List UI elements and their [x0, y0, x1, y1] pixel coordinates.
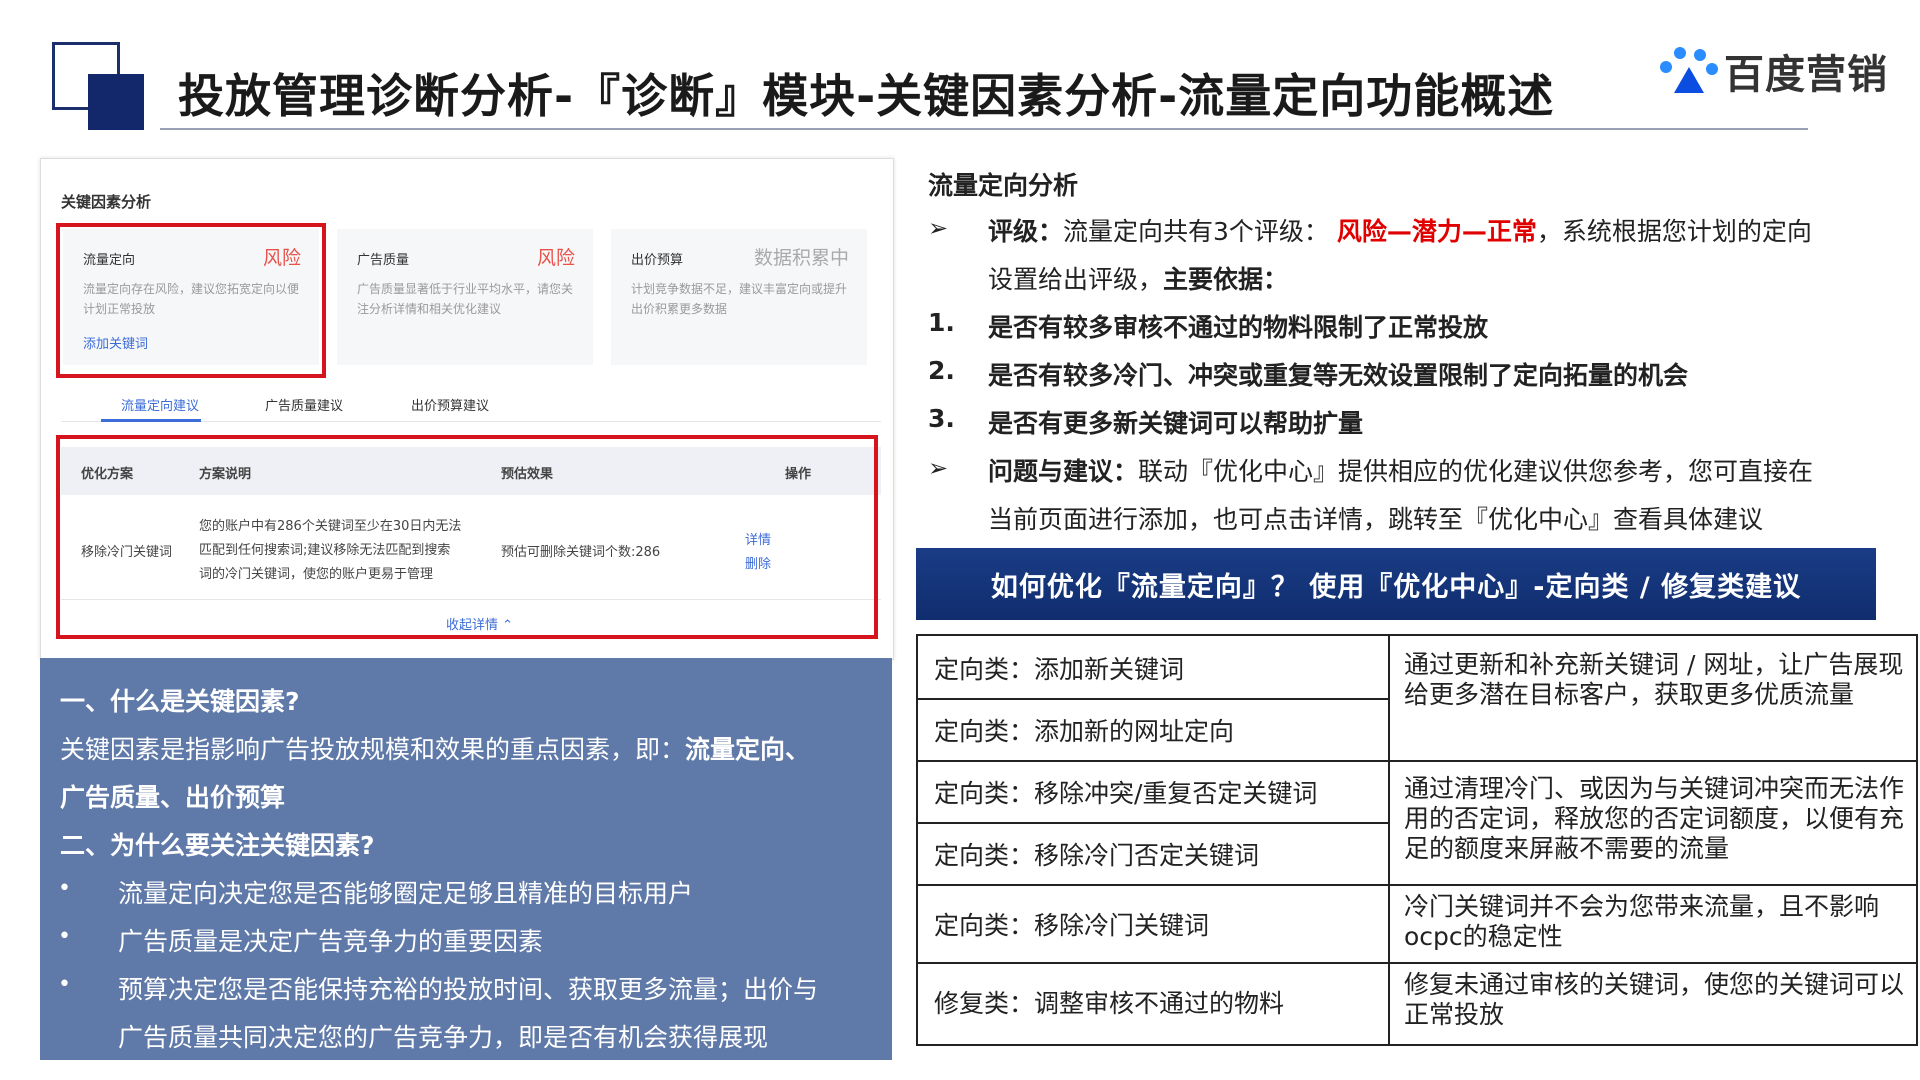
info-paragraph-text: 关键因素是指影响广告投放规模和效果的重点因素，即： [60, 735, 686, 764]
highlight-box-table [56, 435, 878, 639]
table-left-cell-2: 定向类：添加新的网址定向 [934, 717, 1235, 746]
page-title: 投放管理诊断分析-『诊断』模块-关键因素分析-流量定向功能概述 [178, 69, 1555, 123]
diagnosis-screenshot: 关键因素分析 流量定向 风险 流量定向存在风险，建议您拓宽定向以便计划正常投放 … [40, 158, 894, 660]
card-title: 出价预算 [631, 253, 684, 268]
rating-levels: 风险—潜力—正常 [1336, 217, 1537, 246]
card-desc: 广告质量显著低于行业平均水平，请您关注分析详情和相关优化建议 [357, 282, 574, 316]
optimize-banner: 如何优化『流量定向』？ 使用『优化中心』-定向类 / 修复类建议 [916, 548, 1876, 620]
table-left-cell-1: 定向类：添加新关键词 [934, 655, 1185, 684]
rating-line-2: 设置给出评级，主要依据： [988, 260, 1288, 296]
card-status: 风险 [536, 247, 575, 269]
suggestion-table: 定向类：添加新关键词 定向类：添加新的网址定向 定向类：移除冲突/重复否定关键词… [916, 634, 1918, 1046]
info-heading-2: 二、为什么要关注关键因素? [60, 831, 375, 860]
point-3-num: 3. [928, 404, 955, 433]
card-title: 广告质量 [357, 253, 410, 268]
info-paragraph-line-1: 关键因素是指影响广告投放规模和效果的重点因素，即：流量定向、 [60, 730, 810, 766]
bullet-dot: • [58, 924, 71, 949]
table-left-cell-6: 修复类：调整审核不通过的物料 [934, 989, 1285, 1018]
table-divider [918, 822, 1388, 824]
issue-text: 联动『优化中心』提供相应的优化建议供您参考，您可直接在 [1138, 457, 1814, 486]
arrow-bullet-icon: ➢ [928, 454, 949, 482]
point-3-text: 是否有更多新关键词可以帮助扩量 [988, 409, 1364, 438]
table-divider [918, 698, 1388, 700]
info-bullet-1: 流量定向决定您是否能够圈定足够且精准的目标用户 [118, 879, 694, 908]
rating-line2-bold: 主要依据： [1163, 265, 1289, 294]
right-heading: 流量定向分析 [928, 171, 1079, 200]
brand-logo: 百度营销 [1660, 42, 1888, 100]
card-bid-budget[interactable]: 出价预算 数据积累中 计划竞争数据不足，建议丰富定向或提升出价积累更多数据 [611, 229, 867, 365]
rating-line2-text: 设置给出评级， [988, 265, 1164, 294]
point-2-num: 2. [928, 356, 955, 385]
key-factor-explanation: 一、什么是关键因素? 关键因素是指影响广告投放规模和效果的重点因素，即：流量定向… [40, 658, 892, 1060]
issue-label: 问题与建议： [988, 457, 1139, 486]
rating-rest: ，系统根据您计划的定向 [1536, 217, 1812, 246]
title-divider [160, 128, 1808, 130]
table-right-cell-4: 修复未通过审核的关键词，使您的关键词可以正常投放 [1404, 970, 1905, 1029]
table-left-cell-3: 定向类：移除冲突/重复否定关键词 [934, 779, 1318, 808]
suggestion-tabs: 流量定向建议 广告质量建议 出价预算建议 [61, 387, 881, 422]
brand-text: 百度营销 [1724, 52, 1888, 98]
arrow-bullet-icon: ➢ [928, 214, 949, 242]
table-left-cell-4: 定向类：移除冷门否定关键词 [934, 841, 1260, 870]
info-paragraph-bold-2: 广告质量、出价预算 [60, 783, 286, 812]
info-bullet-3-cont: 广告质量共同决定您的广告竞争力，即是否有机会获得展现 [118, 1023, 769, 1052]
table-right-cell-2: 通过清理冷门、或因为与关键词冲突而无法作用的否定词，释放您的否定词额度，以便有充… [1404, 774, 1905, 863]
rating-line-1: 评级：流量定向共有3个评级： 风险—潜力—正常，系统根据您计划的定向 [988, 212, 1812, 248]
baidu-paw-icon [1660, 47, 1718, 93]
info-paragraph-bold-1: 流量定向、 [685, 735, 811, 764]
tab-ad-quality[interactable]: 广告质量建议 [265, 395, 343, 414]
card-ad-quality[interactable]: 广告质量 风险 广告质量显著低于行业平均水平，请您关注分析详情和相关优化建议 [337, 229, 593, 365]
table-divider [918, 962, 1916, 964]
info-bullet-2: 广告质量是决定广告竞争力的重要因素 [118, 927, 544, 956]
info-bullet-3: 预算决定您是否能保持充裕的投放时间、获取更多流量；出价与 [118, 975, 819, 1004]
card-status: 数据积累中 [753, 247, 849, 269]
bullet-dot: • [58, 876, 71, 901]
point-1-text: 是否有较多审核不通过的物料限制了正常投放 [988, 313, 1489, 342]
card-desc: 计划竞争数据不足，建议丰富定向或提升出价积累更多数据 [631, 282, 848, 316]
table-divider [918, 760, 1916, 762]
issue-line-2: 当前页面进行添加，也可点击详情，跳转至『优化中心』查看具体建议 [988, 505, 1764, 534]
table-left-cell-5: 定向类：移除冷门关键词 [934, 911, 1210, 940]
tab-bid-budget[interactable]: 出价预算建议 [411, 395, 489, 414]
highlight-box-card [56, 223, 326, 378]
info-heading-1: 一、什么是关键因素? [60, 687, 300, 716]
rating-text: 流量定向共有3个评级： [1063, 217, 1329, 246]
table-right-cell-1: 通过更新和补充新关键词 / 网址，让广告展现给更多潜在目标客户，获取更多优质流量 [1404, 650, 1904, 709]
point-2-text: 是否有较多冷门、冲突或重复等无效设置限制了定向拓量的机会 [988, 361, 1689, 390]
bullet-dot: • [58, 972, 71, 997]
point-1-num: 1. [928, 308, 955, 337]
tab-traffic-targeting[interactable]: 流量定向建议 [121, 395, 199, 414]
rating-label: 评级： [988, 217, 1064, 246]
active-tab-underline [101, 419, 201, 422]
section-title: 关键因素分析 [61, 193, 152, 211]
table-right-cell-3: 冷门关键词并不会为您带来流量，且不影响ocpc的稳定性 [1404, 892, 1880, 951]
issue-line-1: 问题与建议：联动『优化中心』提供相应的优化建议供您参考，您可直接在 [988, 452, 1813, 488]
header-logo-filled-square [88, 74, 144, 130]
table-divider [918, 884, 1916, 886]
table-vertical-divider [1388, 636, 1390, 1044]
